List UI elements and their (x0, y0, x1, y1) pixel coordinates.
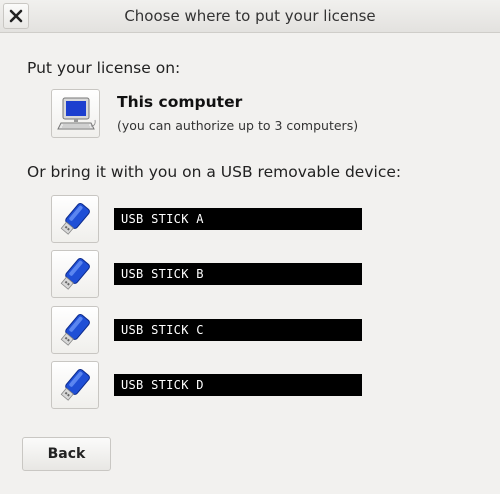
window-title: Choose where to put your license (124, 7, 376, 25)
usb-device-row[interactable]: USB STICK D (0, 361, 500, 411)
usb-stick-icon (60, 257, 90, 290)
usb-device-button[interactable] (51, 306, 99, 354)
usb-device-row[interactable]: USB STICK B (0, 250, 500, 300)
usb-device-name: USB STICK A (114, 208, 362, 230)
usb-device-row[interactable]: USB STICK A (0, 195, 500, 245)
title-bar: Choose where to put your license (0, 0, 500, 33)
usb-device-button[interactable] (51, 250, 99, 298)
usb-device-name: USB STICK D (114, 374, 362, 396)
usb-stick-icon (60, 368, 90, 401)
usb-device-row[interactable]: USB STICK C (0, 306, 500, 356)
usb-section-heading: Or bring it with you on a USB removable … (27, 163, 402, 181)
usb-device-name: USB STICK C (114, 319, 362, 341)
this-computer-button[interactable] (51, 89, 100, 138)
usb-stick-icon (60, 202, 90, 235)
usb-device-button[interactable] (51, 361, 99, 409)
this-computer-title[interactable]: This computer (117, 93, 242, 111)
this-computer-subtitle: (you can authorize up to 3 computers) (117, 118, 359, 133)
usb-device-button[interactable] (51, 195, 99, 243)
back-button[interactable]: Back (22, 437, 111, 471)
computer-section-heading: Put your license on: (27, 59, 181, 77)
usb-stick-icon (60, 313, 90, 346)
usb-device-name: USB STICK B (114, 263, 362, 285)
computer-icon (56, 97, 96, 129)
